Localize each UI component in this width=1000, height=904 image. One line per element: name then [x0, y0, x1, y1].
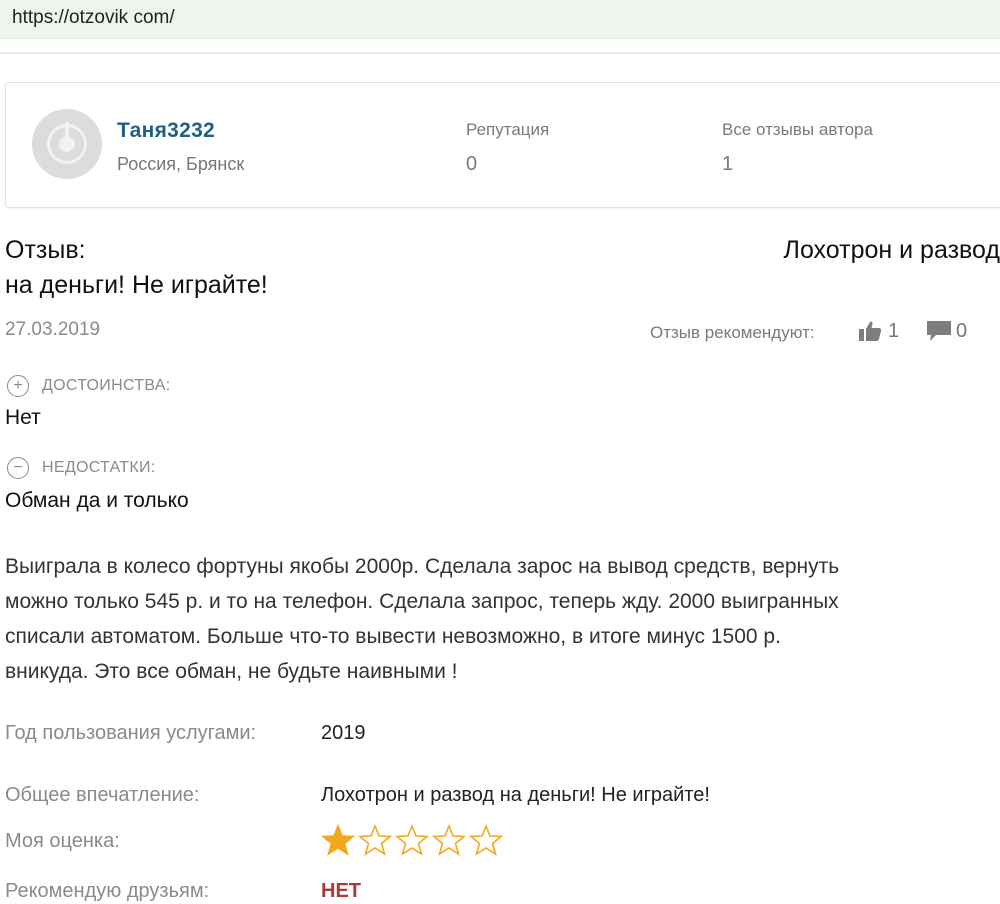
star-empty-icon [358, 824, 392, 856]
recommend-friends-label: Рекомендую друзьям: [5, 880, 210, 902]
impression-label: Общее впечатление: [5, 784, 200, 806]
comments-count: 0 [956, 320, 968, 342]
star-filled-icon [321, 824, 355, 856]
pros-text: Нет [5, 406, 41, 429]
review-body: Выиграла в колесо фортуны якобы 2000р. С… [5, 549, 1000, 689]
usage-year-value: 2019 [321, 722, 366, 744]
recommend-label: Отзыв рекомендуют: [650, 323, 815, 342]
review-title-part2: на деньги! Не играйте! [5, 271, 268, 299]
review-body-line: вникуда. Это все обман, не будьте наивны… [5, 660, 458, 683]
author-location: Россия, Брянск [117, 154, 245, 174]
plus-circle-icon: + [7, 375, 29, 397]
review-body-line: можно только 545 р. и то на телефон. Сде… [5, 590, 839, 613]
comment-icon[interactable] [926, 320, 952, 342]
all-reviews-count[interactable]: 1 [722, 153, 733, 176]
review-date: 27.03.2019 [5, 319, 101, 340]
reputation-label: Репутация [466, 120, 550, 139]
cons-text: Обман да и только [5, 489, 189, 512]
address-url[interactable]: https://otzovik com/ [12, 7, 175, 29]
pros-label: ДОСТОИНСТВА: [42, 377, 171, 394]
cons-label: НЕДОСТАТКИ: [42, 459, 156, 476]
avatar-dot [59, 136, 75, 152]
author-card: Таня3232 Россия, Брянск Репутация 0 Все … [5, 82, 1000, 208]
star-empty-icon [469, 824, 503, 856]
thumbs-up-icon[interactable] [858, 320, 882, 342]
author-name[interactable]: Таня3232 [117, 119, 215, 143]
avatar[interactable] [32, 109, 102, 179]
rating-stars [321, 824, 506, 856]
star-empty-icon [395, 824, 429, 856]
review-body-line: списали автоматом. Больше что-то вывести… [5, 625, 781, 648]
impression-value: Лохотрон и развод на деньги! Не играйте! [321, 784, 710, 806]
review-title-prefix: Отзыв: [5, 236, 86, 264]
usage-year-label: Год пользования услугами: [5, 722, 257, 744]
all-reviews-label[interactable]: Все отзывы автора [722, 120, 873, 140]
review-body-line: Выиграла в колесо фортуны якобы 2000р. С… [5, 555, 840, 578]
likes-count: 1 [888, 320, 900, 342]
minus-circle-icon: − [7, 457, 29, 479]
review-title-part1: Лохотрон и развод [783, 236, 1000, 264]
star-empty-icon [432, 824, 466, 856]
recommend-friends-value: НЕТ [321, 880, 361, 902]
reputation-value: 0 [466, 153, 478, 175]
address-bar[interactable]: https://otzovik com/ [0, 0, 1000, 39]
rating-label: Моя оценка: [5, 830, 120, 852]
divider [0, 52, 1000, 54]
